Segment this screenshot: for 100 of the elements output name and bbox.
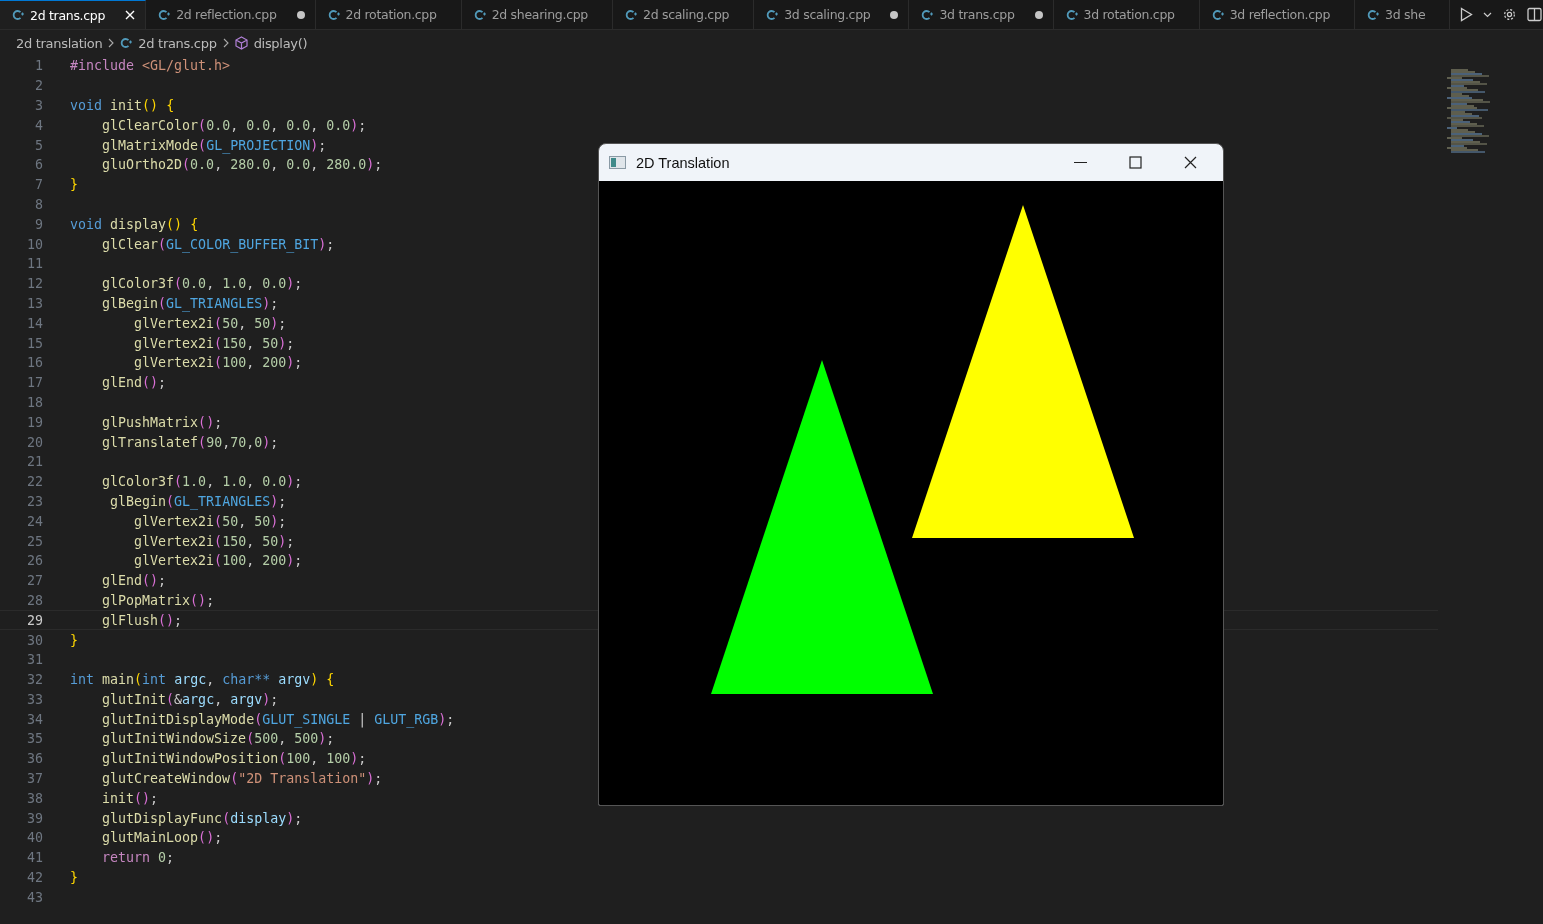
editor-tab[interactable]: 2d reflection.cpp — [146, 0, 316, 29]
code-line: glFlush(); — [101, 612, 183, 628]
code-line: } — [70, 632, 78, 648]
code-line: glClear(GL_COLOR_BUFFER_BIT); — [101, 236, 335, 252]
code-line: #include <GL/glut.h> — [70, 58, 231, 74]
editor-tab[interactable]: 3d trans.cpp — [909, 0, 1054, 29]
line-number: 40 — [26, 830, 43, 846]
code-line: glutInitWindowPosition(100, 100); — [101, 751, 367, 767]
line-number: 18 — [26, 394, 43, 410]
line-number: 23 — [26, 493, 43, 509]
unsaved-dot-icon — [1034, 10, 1043, 19]
app-icon — [609, 156, 626, 169]
chevron-right-icon — [108, 38, 115, 48]
code-line: glVertex2i(150, 50); — [133, 335, 295, 351]
cpp-file-icon — [1065, 8, 1078, 21]
line-number: 20 — [26, 434, 43, 450]
editor-tab[interactable]: 2d rotation.cpp — [315, 0, 462, 29]
code-line: glutMainLoop(); — [101, 830, 223, 846]
code-line: glPushMatrix(); — [101, 414, 223, 430]
editor-tab[interactable]: 3d scaling.cpp — [754, 0, 910, 29]
code-line: int main(int argc, char** argv) { — [70, 672, 335, 688]
code-line: glVertex2i(50, 50); — [133, 513, 287, 529]
code-line: glPopMatrix(); — [101, 592, 215, 608]
editor-tab[interactable]: 2d scaling.cpp — [613, 0, 755, 29]
code-line: glColor3f(0.0, 1.0, 0.0); — [101, 276, 303, 292]
code-line: glEnd(); — [101, 573, 167, 589]
line-number: 1 — [34, 58, 43, 74]
code-line: glutInitWindowSize(500, 500); — [101, 731, 335, 747]
code-line: glMatrixMode(GL_PROJECTION); — [101, 137, 327, 153]
breadcrumb-item[interactable]: 2d translation — [16, 35, 103, 51]
editor-tab[interactable]: 3d she — [1355, 0, 1451, 29]
cpp-file-icon — [1211, 8, 1224, 21]
line-number: 17 — [26, 375, 43, 391]
code-line: void display() { — [70, 216, 199, 232]
code-line: glVertex2i(100, 200); — [133, 553, 303, 569]
line-number: 33 — [26, 691, 43, 707]
code-line: glBegin(GL_TRIANGLES); — [109, 493, 287, 509]
line-number: 27 — [26, 573, 43, 589]
code-line: glClearColor(0.0, 0.0, 0.0, 0.0); — [101, 117, 367, 133]
code-line: glBegin(GL_TRIANGLES); — [101, 295, 279, 311]
line-number: 2 — [34, 78, 43, 94]
run-icon[interactable] — [1460, 7, 1474, 22]
close-icon[interactable] — [1184, 156, 1197, 169]
line-number: 26 — [26, 553, 43, 569]
cpp-file-icon — [921, 8, 934, 21]
code-line: glTranslatef(90,70,0); — [101, 434, 279, 450]
cpp-file-icon — [766, 8, 779, 21]
code-line: init(); — [101, 790, 159, 806]
cpp-file-icon — [120, 37, 133, 49]
line-number: 32 — [26, 672, 43, 688]
line-number: 8 — [34, 196, 43, 212]
breadcrumb-item[interactable]: 2d trans.cpp — [138, 35, 217, 51]
editor-tab[interactable]: 2d trans.cpp — [0, 0, 147, 29]
line-number: 6 — [34, 157, 43, 173]
line-number: 42 — [26, 870, 43, 886]
unsaved-dot-icon — [890, 10, 899, 19]
line-number: 5 — [34, 137, 43, 153]
cpp-file-icon — [473, 8, 486, 21]
line-number: 41 — [26, 850, 43, 866]
line-number: 7 — [34, 177, 43, 193]
cpp-file-icon — [625, 8, 637, 21]
chevron-right-icon — [222, 38, 229, 48]
editor-tab[interactable]: 3d rotation.cpp — [1053, 0, 1200, 29]
line-number: 36 — [26, 751, 43, 767]
line-number: 4 — [34, 117, 43, 133]
window-title: 2D Translation — [636, 154, 730, 171]
cube-icon — [234, 36, 248, 50]
line-number: 14 — [26, 315, 43, 331]
line-number: 39 — [26, 810, 43, 826]
code-line: } — [70, 177, 78, 193]
line-number: 24 — [26, 513, 43, 529]
code-line: glVertex2i(150, 50); — [133, 533, 295, 549]
line-number: 3 — [34, 98, 43, 113]
line-number: 21 — [26, 454, 43, 470]
line-number: 13 — [26, 295, 43, 311]
split-editor-icon[interactable] — [1527, 7, 1543, 22]
line-number: 15 — [26, 335, 43, 351]
line-number: 30 — [26, 632, 43, 648]
code-line: glutInit(&argc, argv); — [101, 691, 279, 707]
line-number: 25 — [26, 533, 43, 549]
line-number: 22 — [26, 474, 43, 490]
maximize-icon[interactable] — [1129, 156, 1142, 169]
line-number: 16 — [26, 355, 43, 371]
line-number: 19 — [26, 414, 43, 430]
chevron-down-icon[interactable] — [1483, 11, 1493, 18]
cpp-file-icon — [1367, 8, 1380, 21]
code-line: gluOrtho2D(0.0, 280.0, 0.0, 280.0); — [101, 157, 383, 173]
breadcrumb-item[interactable]: display() — [253, 35, 308, 51]
code-line: glVertex2i(100, 200); — [133, 355, 303, 371]
editor-tab[interactable]: 2d shearing.cpp — [461, 0, 613, 29]
cpp-file-icon — [158, 8, 171, 21]
code-line: glutInitDisplayMode(GLUT_SINGLE | GLUT_RGB); — [101, 711, 455, 727]
editor-tab[interactable]: 3d reflection.cpp — [1199, 0, 1356, 29]
code-line: glEnd(); — [101, 375, 167, 391]
line-number: 9 — [34, 216, 43, 232]
settings-icon[interactable] — [1502, 7, 1518, 22]
cpp-file-icon — [327, 8, 340, 21]
line-number: 35 — [26, 731, 43, 747]
line-number: 12 — [26, 276, 43, 292]
code-line: } — [70, 870, 78, 886]
